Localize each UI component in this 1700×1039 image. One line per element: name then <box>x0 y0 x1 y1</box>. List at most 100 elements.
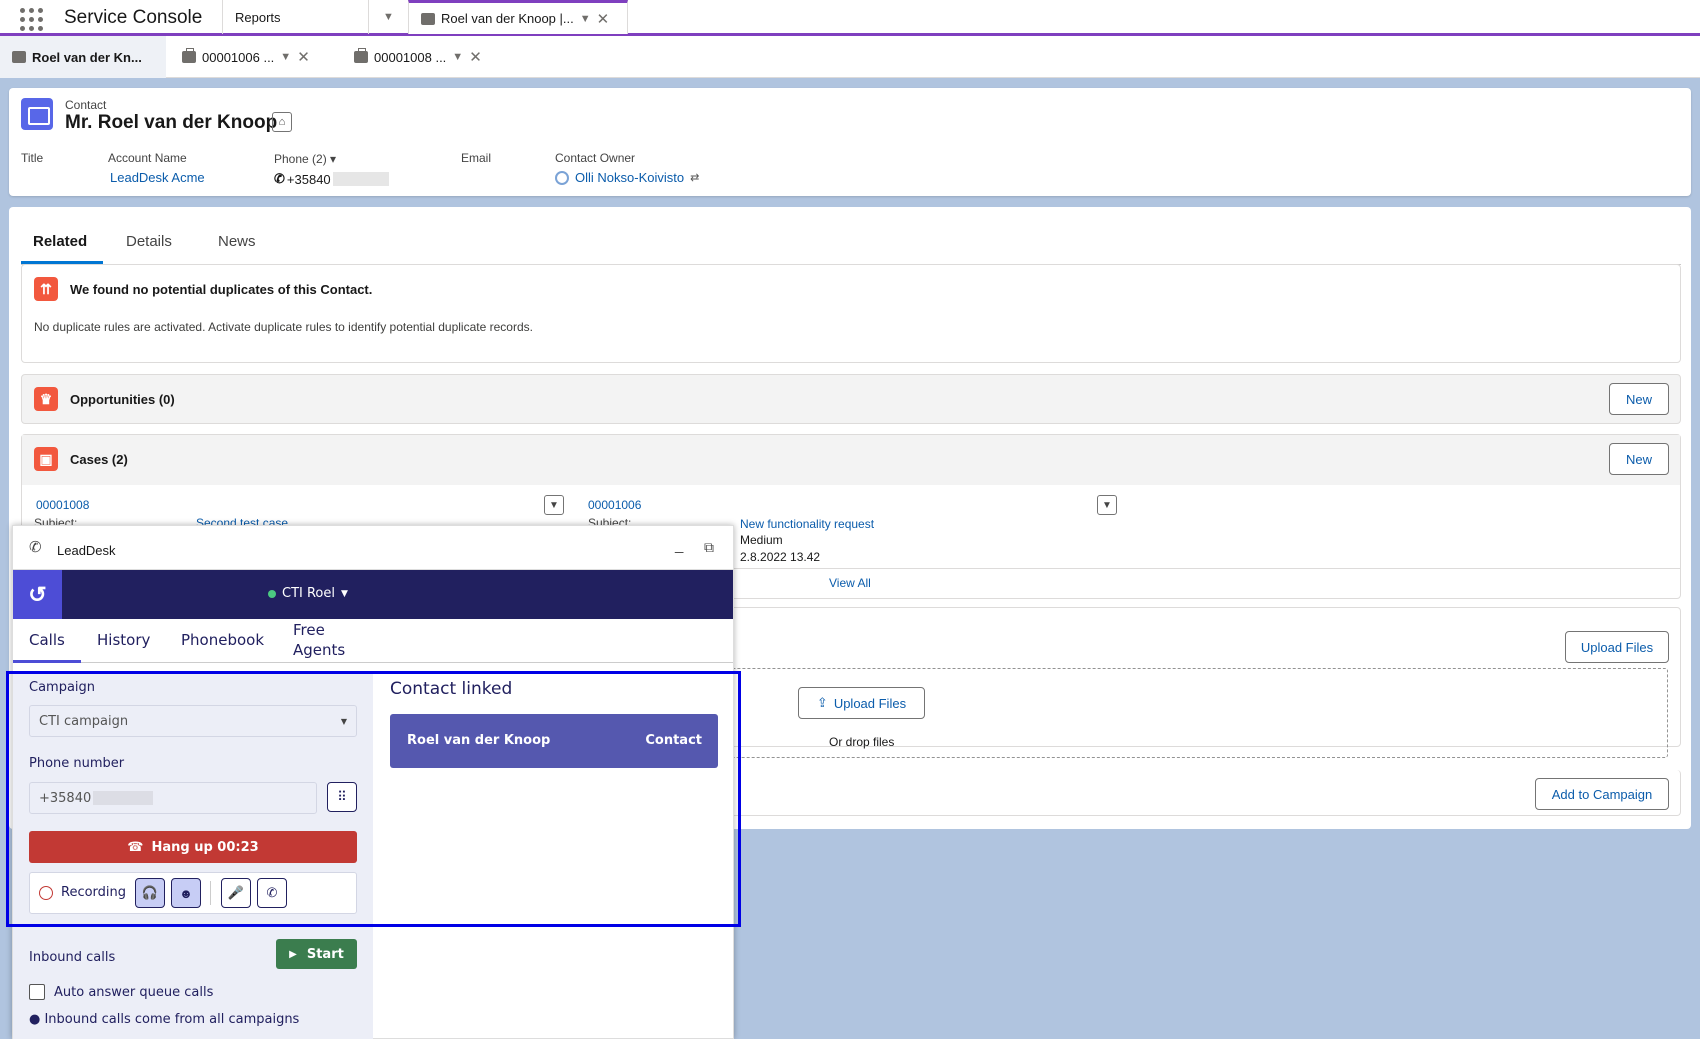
contact-icon <box>21 98 53 130</box>
tab-menu-chevron[interactable]: ▼ <box>368 0 408 34</box>
new-opportunity-button[interactable]: New <box>1609 383 1669 415</box>
row-actions-dropdown[interactable]: ▼ <box>544 495 564 515</box>
contact-card-icon <box>421 12 435 25</box>
chevron-down-icon: ▼ <box>383 11 394 23</box>
upload-icon: ⇪ <box>816 695 828 710</box>
start-inbound-button[interactable]: ▶ Start <box>276 939 357 969</box>
drop-files-text: Or drop files <box>829 735 895 749</box>
owner-value: Olli Nokso-Koivisto ⇄ <box>555 170 699 185</box>
cti-agent-bar: ↺ CTI Roel ▼ <box>13 570 733 619</box>
tab-news[interactable]: News <box>218 233 256 250</box>
close-icon[interactable]: ✕ <box>297 48 310 66</box>
highlight-box <box>6 671 741 927</box>
cti-tab-phonebook[interactable]: Phonebook <box>181 631 264 649</box>
phone-icon: ✆ <box>29 539 42 556</box>
briefcase-icon: ▣ <box>34 447 58 471</box>
cti-tab-free-agents[interactable]: Free Agents <box>293 620 353 660</box>
briefcase-icon <box>182 48 196 63</box>
chevron-down-icon[interactable]: ▼ <box>280 51 291 63</box>
redacted-block <box>332 172 389 186</box>
record-tabs: Related Details News <box>21 217 1681 265</box>
agent-status-dropdown[interactable]: CTI Roel ▼ <box>268 586 348 601</box>
duplicates-message: No duplicate rules are activated. Activa… <box>34 320 533 334</box>
email-label: Email <box>461 151 492 165</box>
auto-answer-checkbox[interactable] <box>29 984 45 1000</box>
merge-icon: ⇈ <box>34 277 58 301</box>
duplicates-title: We found no potential duplicates of this… <box>70 282 373 297</box>
app-launcher-icon[interactable] <box>18 6 43 31</box>
close-icon[interactable]: ✕ <box>469 48 482 66</box>
owner-link[interactable]: Olli Nokso-Koivisto <box>575 170 684 185</box>
tab-details[interactable]: Details <box>126 233 172 250</box>
add-to-campaign-button[interactable]: Add to Campaign <box>1535 778 1669 810</box>
briefcase-icon <box>354 48 368 63</box>
cti-tab-history[interactable]: History <box>97 631 150 649</box>
tab-label: Reports <box>235 9 281 25</box>
phone-icon: ✆ <box>274 171 285 186</box>
phone-label-text: Phone (2) <box>274 152 327 166</box>
upload-files-inner-button[interactable]: ⇪ Upload Files <box>798 687 925 719</box>
contact-card-icon <box>12 51 26 63</box>
subtab-case-00001008[interactable]: 00001008 ... ▼ ✕ <box>342 36 512 78</box>
record-name: Mr. Roel van der Knoop <box>65 112 278 133</box>
inbound-note: ● Inbound calls come from all campaigns <box>29 1012 300 1027</box>
case-subject-link[interactable]: New functionality request <box>740 517 874 531</box>
cases-header <box>22 435 1680 485</box>
chevron-down-icon[interactable]: ▼ <box>580 13 591 25</box>
case-priority: Medium <box>740 533 783 547</box>
status-dot-icon <box>268 589 276 598</box>
account-link[interactable]: LeadDesk Acme <box>110 170 205 185</box>
cti-titlebar: ✆ LeadDesk _ ⧉ <box>13 526 733 570</box>
chevron-down-icon[interactable]: ▼ <box>452 51 463 63</box>
cti-title: LeadDesk <box>57 543 116 558</box>
phone-label: Phone (2) ▾ <box>274 152 336 166</box>
caret-down-icon[interactable]: ▾ <box>330 152 336 166</box>
agent-name: CTI Roel <box>282 586 335 601</box>
opportunities-title[interactable]: Opportunities (0) <box>70 392 175 407</box>
auto-answer-label: Auto answer queue calls <box>54 985 214 1000</box>
cti-tabs: Calls History Phonebook Free Agents <box>13 619 733 663</box>
opportunities-card: ♛ Opportunities (0) New <box>21 374 1681 424</box>
case-number-link[interactable]: 00001008 <box>36 498 89 512</box>
play-icon: ▶ <box>289 948 297 960</box>
row-actions-dropdown[interactable]: ▼ <box>1097 495 1117 515</box>
change-owner-icon[interactable]: ⇄ <box>690 171 699 184</box>
subtab-bar: Roel van der Kn... 00001006 ... ▼ ✕ 0000… <box>0 36 1700 78</box>
cti-tab-calls[interactable]: Calls <box>29 631 65 649</box>
hierarchy-icon[interactable]: ⌂ <box>272 112 292 132</box>
tab-roel[interactable]: Roel van der Knoop |... ▼ ✕ <box>408 0 628 34</box>
object-type: Contact <box>65 98 107 112</box>
cases-title[interactable]: Cases (2) <box>70 452 128 467</box>
case-date: 2.8.2022 13.42 <box>740 550 821 564</box>
minimize-icon[interactable]: _ <box>675 537 683 554</box>
inbound-label: Inbound calls <box>29 950 116 965</box>
phone-value[interactable]: ✆ +35840 <box>274 171 389 187</box>
subtab-label: 00001006 ... <box>202 49 275 65</box>
close-icon[interactable]: ✕ <box>597 10 610 28</box>
subtab-contact[interactable]: Roel van der Kn... <box>0 36 166 78</box>
record-header: Contact Mr. Roel van der Knoop ⌂ Title A… <box>9 88 1691 196</box>
top-navigation: Service Console Reports ▼ Roel van der K… <box>0 0 1700 36</box>
owner-avatar-icon <box>555 170 569 185</box>
app-name: Service Console <box>64 7 203 28</box>
title-label: Title <box>21 151 44 165</box>
subtab-label: Roel van der Kn... <box>32 49 142 65</box>
view-all-link[interactable]: View All <box>829 576 871 590</box>
phone-number: +35840 <box>286 171 331 187</box>
new-case-button[interactable]: New <box>1609 443 1669 475</box>
duplicates-card: ⇈ We found no potential duplicates of th… <box>21 264 1681 363</box>
popout-icon[interactable]: ⧉ <box>704 539 714 556</box>
upload-files-label: Upload Files <box>833 695 907 711</box>
account-label: Account Name <box>108 151 187 165</box>
tab-label: Roel van der Knoop |... <box>441 11 574 26</box>
caret-down-icon: ▼ <box>341 588 348 599</box>
upload-files-button[interactable]: Upload Files <box>1565 631 1669 663</box>
tab-reports[interactable]: Reports <box>222 0 368 34</box>
tab-related[interactable]: Related <box>33 233 87 250</box>
owner-label: Contact Owner <box>555 151 636 165</box>
leaddesk-logo-icon: ↺ <box>13 570 62 619</box>
crown-icon: ♛ <box>34 387 58 411</box>
subtab-case-00001006[interactable]: 00001006 ... ▼ ✕ <box>170 36 340 78</box>
start-label: Start <box>306 946 344 962</box>
case-number-link[interactable]: 00001006 <box>588 498 641 512</box>
